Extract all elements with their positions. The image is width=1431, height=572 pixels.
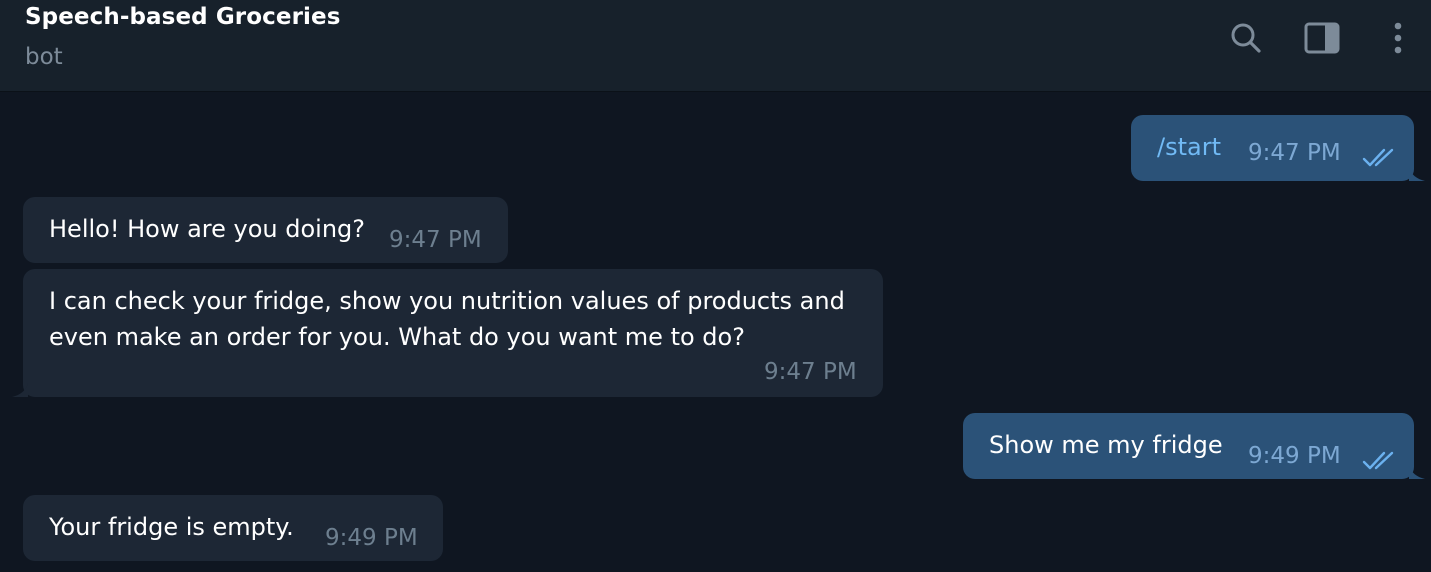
message-text: Your fridge is empty. bbox=[49, 513, 294, 541]
search-button[interactable] bbox=[1226, 18, 1266, 58]
message-outgoing[interactable]: /start 9:47 PM bbox=[1131, 115, 1425, 181]
bubble-tail bbox=[12, 383, 28, 397]
message-incoming[interactable]: Your fridge is empty. 9:49 PM bbox=[23, 495, 443, 561]
message-text[interactable]: /start bbox=[1157, 129, 1221, 165]
chat-header: Speech-based Groceries bot bbox=[0, 0, 1431, 92]
message-incoming[interactable]: I can check your fridge, show you nutrit… bbox=[12, 269, 883, 397]
message-list[interactable]: /start 9:47 PM Hello! How are you doing?… bbox=[0, 92, 1431, 572]
message-text: Show me my fridge bbox=[989, 431, 1223, 459]
message-time: 9:47 PM bbox=[1248, 140, 1341, 166]
more-options-button[interactable] bbox=[1378, 18, 1418, 58]
sidebar-toggle-icon bbox=[1303, 20, 1341, 56]
sidebar-toggle-button[interactable] bbox=[1302, 18, 1342, 58]
bubble-tail bbox=[1409, 465, 1425, 479]
message-text: Hello! How are you doing? bbox=[49, 215, 366, 243]
read-checkmarks-icon bbox=[1361, 446, 1399, 470]
message-text-line-2: even make an order for you. What do you … bbox=[49, 323, 745, 351]
message-time: 9:49 PM bbox=[1248, 443, 1341, 469]
message-text-line-1: I can check your fridge, show you nutrit… bbox=[49, 287, 845, 315]
chat-title[interactable]: Speech-based Groceries bbox=[25, 4, 341, 30]
message-time: 9:49 PM bbox=[325, 525, 418, 551]
search-icon bbox=[1228, 20, 1264, 56]
chat-subtitle: bot bbox=[25, 44, 63, 70]
message-time: 9:47 PM bbox=[764, 359, 857, 385]
message-incoming[interactable]: Hello! How are you doing? 9:47 PM bbox=[23, 197, 508, 263]
bubble-tail bbox=[1409, 167, 1425, 181]
read-checkmarks-icon bbox=[1361, 143, 1399, 167]
message-time: 9:47 PM bbox=[389, 227, 482, 253]
message-outgoing[interactable]: Show me my fridge 9:49 PM bbox=[963, 413, 1425, 479]
more-vertical-icon bbox=[1392, 20, 1404, 56]
